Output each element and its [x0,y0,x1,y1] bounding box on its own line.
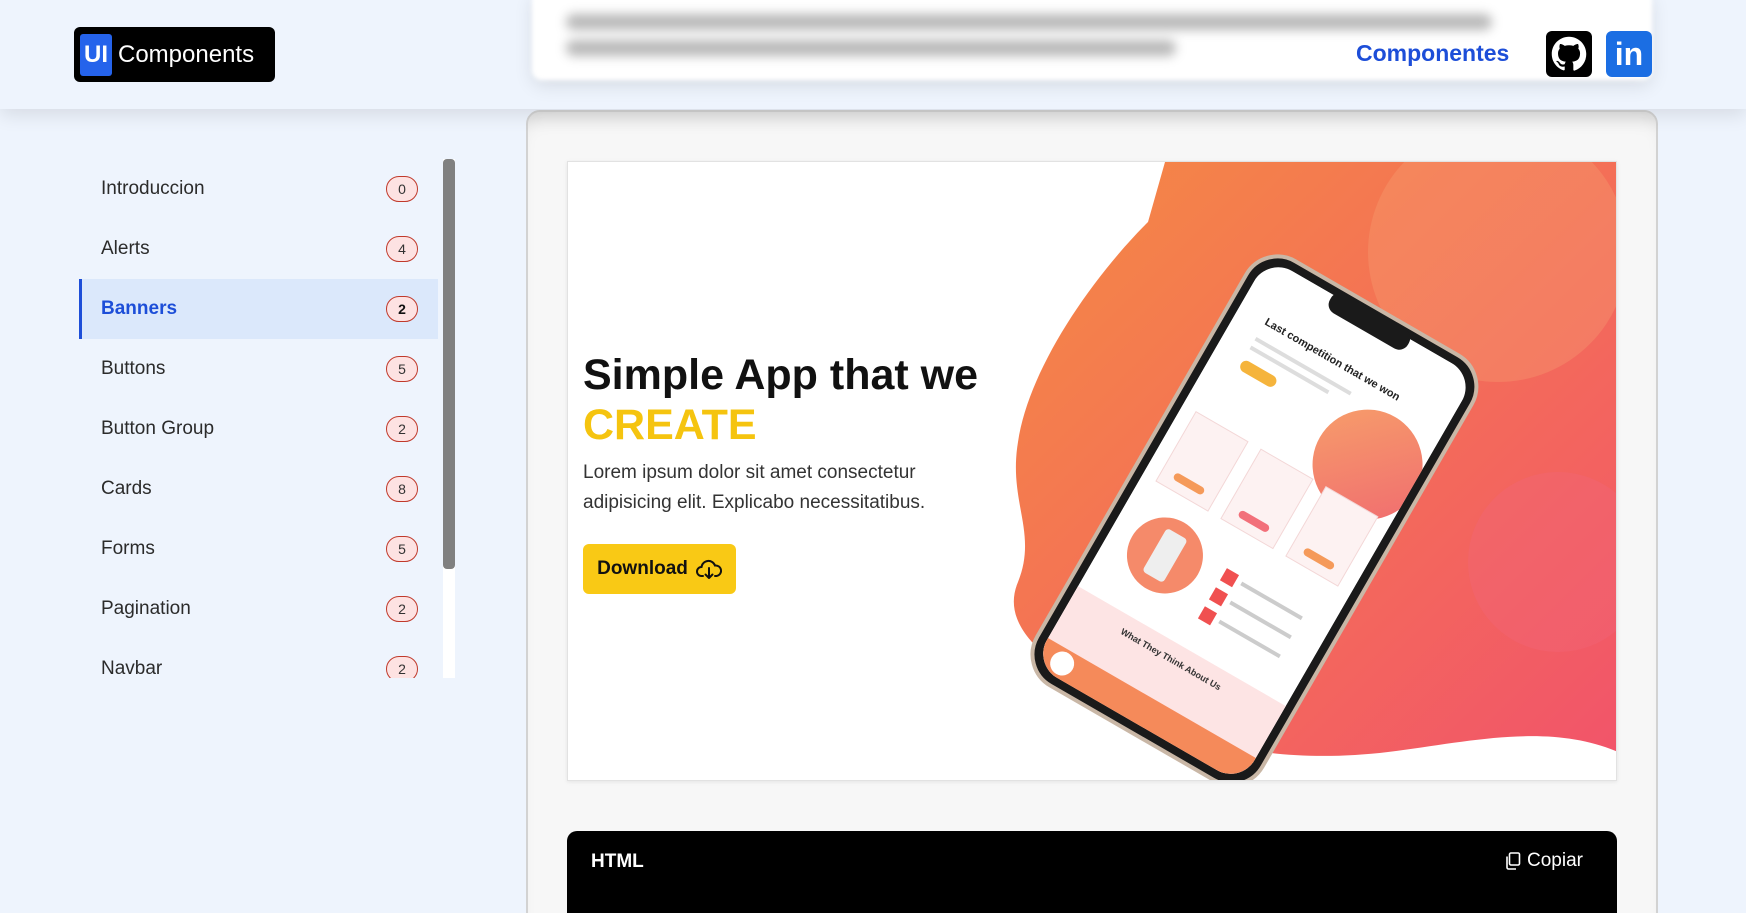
copy-label: Copiar [1527,850,1583,871]
sidebar-item-button-group[interactable]: Button Group 2 [79,399,438,459]
top-header: UI Components Componentes in [0,0,1746,109]
sidebar-item-introduccion[interactable]: Introduccion 0 [79,159,438,219]
logo-text: Components [118,40,255,68]
copy-icon [1506,852,1521,870]
sidebar-item-label: Forms [101,538,155,559]
count-badge: 8 [386,476,418,502]
github-icon[interactable] [1546,31,1592,77]
cloud-download-icon [695,559,722,579]
banner-description: Lorem ipsum dolor sit amet consectetur a… [583,462,926,513]
sidebar-item-label: Cards [101,478,152,499]
sidebar-item-pagination[interactable]: Pagination 2 [79,579,438,639]
count-badge: 5 [386,356,418,382]
logo-badge: UI [80,33,112,76]
sidebar-item-navbar[interactable]: Navbar 2 [79,639,438,678]
sidebar-item-label: Banners [101,298,178,319]
nav-componentes-link[interactable]: Componentes [1356,40,1509,67]
banner-preview: Last competition that we won What They T… [567,161,1617,781]
sidebar-item-cards[interactable]: Cards 8 [79,459,438,519]
sidebar-nav: Introduccion 0 Alerts 4 Banners 2 Button… [79,159,455,678]
sidebar-item-label: Alerts [101,238,150,259]
sidebar-item-label: Button Group [101,418,215,439]
sidebar-item-label: Pagination [101,598,191,619]
code-block: HTML Copiar [567,831,1617,913]
sidebar-item-forms[interactable]: Forms 5 [79,519,438,579]
sidebar-item-buttons[interactable]: Buttons 5 [79,339,438,399]
count-badge: 2 [386,596,418,622]
count-badge: 5 [386,536,418,562]
sidebar-item-label: Navbar [101,658,163,678]
linkedin-icon[interactable]: in [1606,31,1652,77]
download-button-label: Download [597,558,688,579]
sidebar-item-label: Buttons [101,358,166,379]
sidebar-item-banners[interactable]: Banners 2 [79,279,438,339]
count-badge: 2 [386,296,418,322]
download-button[interactable]: Download [583,544,736,594]
site-logo[interactable]: UI Components [74,27,275,82]
count-badge: 2 [386,416,418,442]
code-language-label: HTML [591,851,644,872]
linkedin-glyph: in [1614,35,1644,72]
copy-button[interactable]: Copiar [1505,850,1583,872]
count-badge: 0 [386,176,418,202]
banner-highlight: CREATE [583,401,757,449]
count-badge: 2 [386,656,418,678]
sidebar-scrollbar-thumb[interactable] [443,159,455,569]
count-badge: 4 [386,236,418,262]
blurred-text-line [566,40,1177,56]
banner-title: Simple App that we [583,351,978,399]
sidebar-item-label: Introduccion [101,178,205,199]
sidebar-item-alerts[interactable]: Alerts 4 [79,219,438,279]
blurred-text-line [566,14,1492,30]
